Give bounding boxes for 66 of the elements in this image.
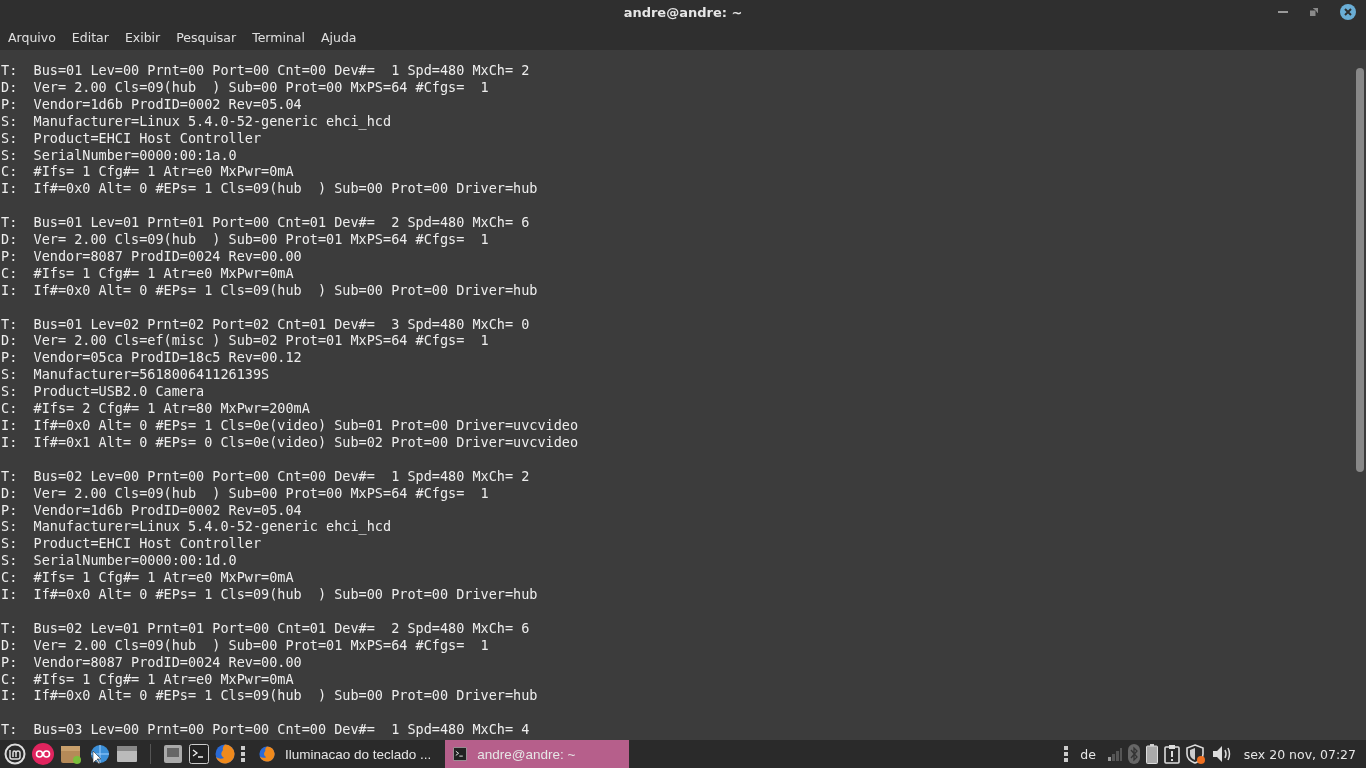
terminal-line: C: #Ifs= 1 Cfg#= 1 Atr=e0 MxPwr=0mA: [1, 264, 294, 282]
menu-item[interactable]: Terminal: [252, 30, 305, 45]
terminal-line: S: Product=USB2.0 Camera: [1, 383, 205, 401]
menu-item[interactable]: Pesquisar: [176, 30, 237, 45]
terminal-line: T: Bus=02 Lev=01 Prnt=01 Port=00 Cnt=01 Dev#= 2 Spd=480 MxCh= 6: [1, 619, 530, 637]
terminal-icon: [453, 747, 468, 761]
monitor-icon[interactable]: [163, 744, 183, 764]
terminal-line: T: Bus=02 Lev=00 Prnt=00 Port=00 Cnt=00 Dev#= 1 Spd=480 MxCh= 2: [1, 467, 530, 485]
clipboard-alert-icon[interactable]: [1163, 744, 1180, 764]
terminal-line: S: SerialNumber=0000:00:1a.0: [1, 146, 237, 164]
terminal-line: T: Bus=01 Lev=00 Prnt=00 Port=00 Cnt=00 Dev#= 1 Spd=480 MxCh= 2: [1, 62, 530, 79]
bluetooth-icon[interactable]: [1127, 744, 1140, 764]
terminal-line: I: If#=0x0 Alt= 0 #EPs= 1 Cls=09(hub ) Sub=00 Prot=00 Driver=hub: [1, 281, 538, 299]
terminal-line: P: Vendor=8087 ProdID=0024 Rev=00.00: [1, 247, 302, 265]
firefox-icon[interactable]: [215, 744, 235, 764]
menu-icon[interactable]: [4, 743, 26, 765]
terminal-line: T: Bus=01 Lev=02 Prnt=02 Port=02 Cnt=01 Dev#= 3 Spd=480 MxCh= 0: [1, 315, 530, 333]
battery-icon[interactable]: [1145, 744, 1158, 764]
terminal-line: D: Ver= 2.00 Cls=09(hub ) Sub=00 Prot=00 MxPS=64 #Cfgs= 1: [1, 484, 489, 502]
terminal-line: T: Bus=03 Lev=00 Prnt=00 Port=00 Cnt=00 Dev#= 1 Spd=480 MxCh= 4: [1, 721, 530, 739]
terminal-line: S: Manufacturer=Linux 5.4.0-52-generic ehci_hcd: [1, 518, 392, 536]
package-icon[interactable]: [60, 743, 82, 765]
terminal-icon[interactable]: [189, 744, 209, 764]
terminal-line: S: Product=EHCI Host Controller: [1, 535, 262, 553]
terminal-line: S: SerialNumber=0000:00:1d.0: [1, 552, 237, 570]
terminal-line: P: Vendor=1d6b ProdID=0002 Rev=05.04: [1, 501, 302, 519]
terminal-line: I: If#=0x0 Alt= 0 #EPs= 1 Cls=09(hub ) Sub=00 Prot=00 Driver=hub: [1, 687, 538, 705]
terminal-line: S: Manufacturer=561800641126139S: [1, 366, 270, 384]
terminal-line: P: Vendor=05ca ProdID=18c5 Rev=00.12: [1, 349, 302, 367]
terminal-line: I: If#=0x0 Alt= 0 #EPs= 1 Cls=09(hub ) Sub=00 Prot=00 Driver=hub: [1, 180, 538, 198]
firefox-icon: [259, 746, 275, 762]
terminal-line: I: If#=0x0 Alt= 0 #EPs= 1 Cls=0e(video) Sub=01 Prot=00 Driver=uvcvideo: [1, 417, 579, 434]
terminal-line: D: Ver= 2.00 Cls=09(hub ) Sub=00 Prot=01 MxPS=64 #Cfgs= 1: [1, 231, 489, 248]
shield-icon[interactable]: [1185, 744, 1206, 764]
terminal-line: C: #Ifs= 1 Cfg#= 1 Atr=e0 MxPwr=0mA: [1, 569, 294, 587]
terminal-line: S: Product=EHCI Host Controller: [1, 129, 262, 147]
window-title: andre@andre: ~: [623, 5, 743, 20]
terminal-line: C: #Ifs= 1 Cfg#= 1 Atr=e0 MxPwr=0mA: [1, 670, 294, 688]
clock[interactable]: sex 20 nov, 07:27: [1243, 746, 1356, 762]
terminal-line: D: Ver= 2.00 Cls=ef(misc ) Sub=02 Prot=01 MxPS=64 #Cfgs= 1: [1, 332, 489, 350]
volume-icon[interactable]: [1211, 745, 1232, 763]
terminal-line: P: Vendor=8087 ProdID=0024 Rev=00.00: [1, 653, 302, 671]
menu-item[interactable]: Editar: [71, 30, 109, 45]
menu-item[interactable]: Arquivo: [8, 30, 56, 45]
terminal-line: T: Bus=01 Lev=01 Prnt=01 Port=00 Cnt=01 Dev#= 2 Spd=480 MxCh= 6: [1, 214, 530, 232]
menu-item[interactable]: Ajuda: [320, 30, 357, 45]
terminal-line: D: Ver= 2.00 Cls=09(hub ) Sub=00 Prot=01 MxPS=64 #Cfgs= 1: [1, 636, 489, 654]
terminal-line: S: Manufacturer=Linux 5.4.0-52-generic ehci_hcd: [1, 112, 392, 130]
minimize-icon[interactable]: [1278, 10, 1288, 14]
task-button[interactable]: Iluminacao do teclado ...: [251, 740, 440, 768]
two-dots-icon[interactable]: [32, 743, 54, 765]
terminal-line: P: Vendor=1d6b ProdID=0002 Rev=05.04: [1, 95, 302, 113]
terminal-line: D: Ver= 2.00 Cls=09(hub ) Sub=00 Prot=00 MxPS=64 #Cfgs= 1: [1, 78, 489, 96]
menu-item[interactable]: Exibir: [124, 30, 161, 45]
drawer-icon[interactable]: [116, 743, 138, 765]
signal-icon[interactable]: [1107, 747, 1122, 761]
terminal-line: C: #Ifs= 2 Cfg#= 1 Atr=80 MxPwr=200mA: [1, 400, 310, 417]
restore-icon[interactable]: [1310, 8, 1318, 16]
globe-cursor-icon[interactable]: [88, 743, 110, 765]
handle-icon[interactable]: [1064, 746, 1069, 762]
terminal-line: I: If#=0x1 Alt= 0 #EPs= 0 Cls=0e(video) Sub=02 Prot=00 Driver=uvcvideo: [1, 433, 579, 451]
terminal-line: C: #Ifs= 1 Cfg#= 1 Atr=e0 MxPwr=0mA: [1, 163, 294, 181]
close-icon[interactable]: [1340, 4, 1356, 20]
keyboard-layout[interactable]: de: [1080, 746, 1096, 762]
terminal-line: I: If#=0x0 Alt= 0 #EPs= 1 Cls=09(hub ) Sub=00 Prot=00 Driver=hub: [1, 586, 538, 603]
handle-icon[interactable]: [241, 746, 245, 762]
